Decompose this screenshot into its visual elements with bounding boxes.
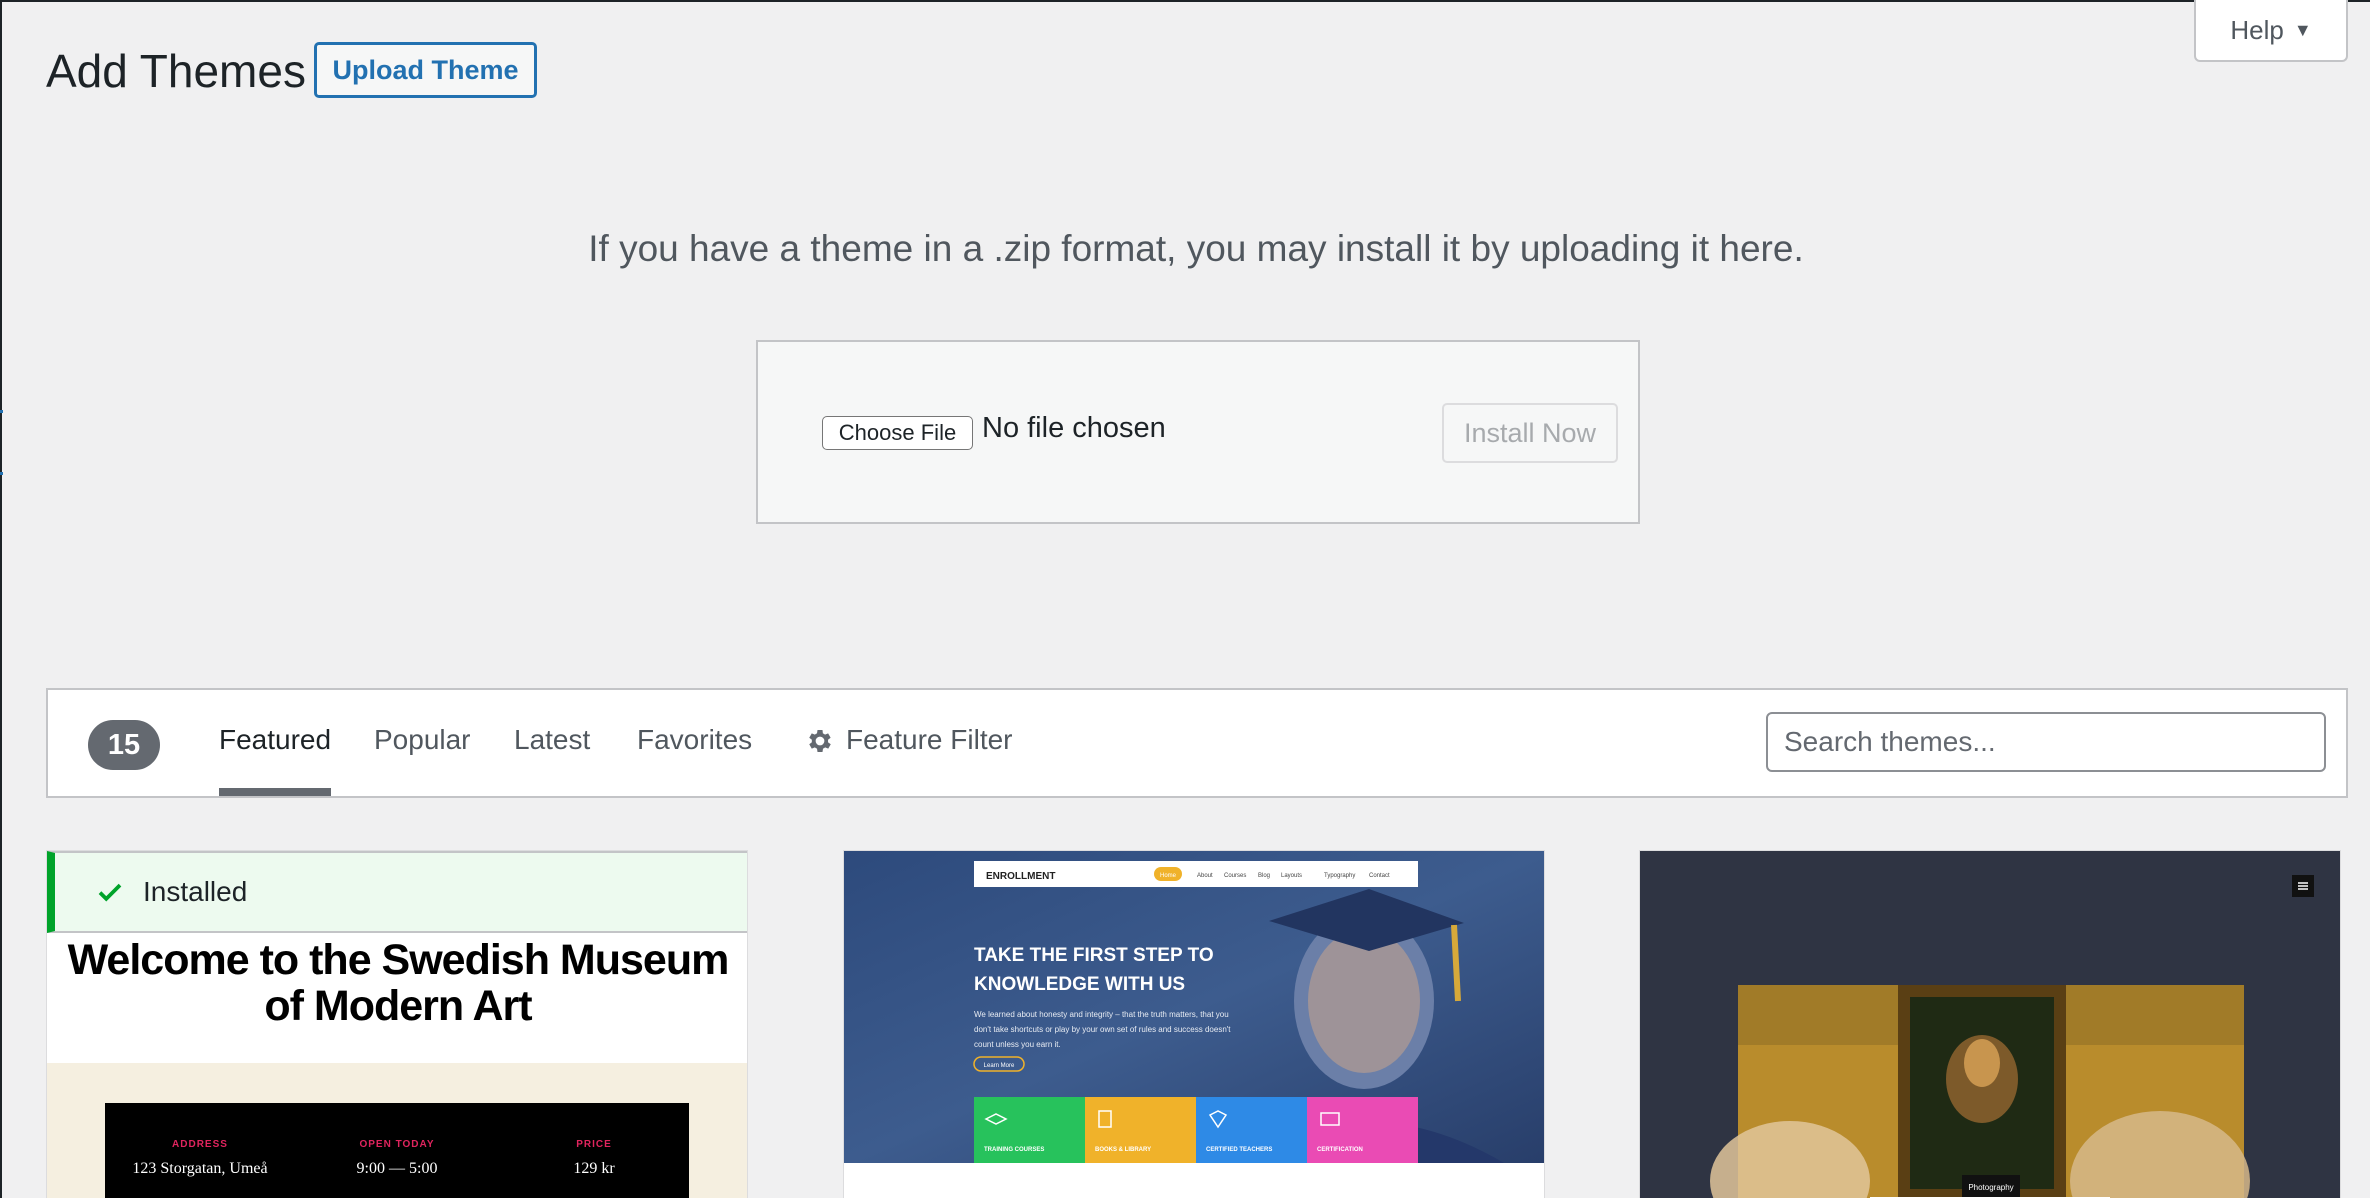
enrollment-subtext: We learned about honesty and integrity –… bbox=[974, 1010, 1231, 1049]
file-status: No file chosen bbox=[982, 412, 1166, 444]
theme-preview-band: ADDRESS 123 Storgatan, Umeå OPEN TODAY 9… bbox=[47, 1063, 747, 1198]
theme-card-twenty-twenty[interactable]: Installed Welcome to the Swedish Museum … bbox=[46, 850, 748, 1198]
nav-courses: Courses bbox=[1224, 873, 1246, 879]
search-themes-input[interactable] bbox=[1766, 712, 2326, 772]
feature-filter-button[interactable]: Feature Filter bbox=[846, 724, 1013, 796]
info-label: OPEN TODAY bbox=[359, 1139, 435, 1150]
nav-home: Home bbox=[1160, 873, 1177, 879]
enrollment-logo: ENROLLMENT bbox=[986, 871, 1055, 882]
museum-info-box: ADDRESS 123 Storgatan, Umeå OPEN TODAY 9… bbox=[105, 1103, 689, 1198]
museum-info-price: PRICE 129 kr bbox=[499, 1139, 689, 1178]
feature-training: TRAINING COURSES bbox=[984, 1147, 1044, 1153]
page-title: Add Themes bbox=[46, 45, 306, 97]
info-value: 123 Storgatan, Umeå bbox=[132, 1160, 268, 1177]
upload-help-text: If you have a theme in a .zip format, yo… bbox=[588, 228, 1804, 269]
museum-info-address: ADDRESS 123 Storgatan, Umeå bbox=[105, 1139, 295, 1178]
nav-about: About bbox=[1197, 873, 1213, 879]
triangle-down-icon: ▼ bbox=[2293, 19, 2312, 40]
tab-featured[interactable]: Featured bbox=[219, 724, 332, 796]
theme-preview-title: Welcome to the Swedish Museum of Modern … bbox=[67, 936, 730, 1030]
theme-card-photography[interactable]: Photography bbox=[1639, 850, 2341, 1198]
feature-books: BOOKS & LIBRARY bbox=[1095, 1147, 1151, 1153]
tab-favorites[interactable]: Favorites bbox=[637, 724, 752, 796]
install-now-button[interactable]: Install Now bbox=[1442, 403, 1618, 463]
tab-latest[interactable]: Latest bbox=[514, 724, 590, 796]
photo-caption: Photography bbox=[1968, 1183, 2013, 1192]
help-tab-button[interactable]: Help ▼ bbox=[2194, 0, 2348, 62]
upload-form: Choose File No file chosen Install Now bbox=[756, 340, 1640, 524]
photography-screenshot: Photography bbox=[1640, 851, 2340, 1198]
info-label: PRICE bbox=[576, 1139, 612, 1150]
info-value: 9:00 — 5:00 bbox=[356, 1160, 438, 1177]
feature-teachers: CERTIFIED TEACHERS bbox=[1206, 1147, 1272, 1153]
theme-filter-bar: 15 Featured Popular Latest Favorites Fea… bbox=[46, 688, 2348, 798]
nav-typography: Typography bbox=[1324, 873, 1355, 879]
upload-theme-button[interactable]: Upload Theme bbox=[314, 42, 537, 98]
nav-contact: Contact bbox=[1369, 873, 1390, 879]
window-top-edge bbox=[0, 0, 2370, 2]
feature-certification: CERTIFICATION bbox=[1317, 1147, 1363, 1153]
info-value: 129 kr bbox=[573, 1160, 615, 1177]
info-label: ADDRESS bbox=[172, 1139, 228, 1150]
admin-menu-highlight bbox=[0, 410, 3, 475]
theme-count-badge: 15 bbox=[88, 720, 160, 770]
enrollment-headline: TAKE THE FIRST STEP TO KNOWLEDGE WITH US bbox=[974, 945, 1214, 995]
theme-card-enrollment[interactable]: ENROLLMENT Home About Courses Blog Layou… bbox=[843, 850, 1545, 1198]
tab-popular[interactable]: Popular bbox=[374, 724, 471, 796]
help-label: Help bbox=[2230, 14, 2284, 45]
admin-menu-edge bbox=[0, 0, 2, 1198]
checkmark-icon bbox=[98, 883, 122, 902]
installed-label: Installed bbox=[143, 876, 248, 907]
nav-layouts: Layouts bbox=[1281, 873, 1302, 879]
choose-file-button[interactable]: Choose File bbox=[822, 416, 973, 450]
installed-notice: Installed bbox=[47, 851, 747, 933]
gear-icon[interactable] bbox=[805, 726, 835, 756]
museum-info-hours: OPEN TODAY 9:00 — 5:00 bbox=[302, 1139, 492, 1178]
enrollment-cta: Learn More bbox=[984, 1063, 1015, 1069]
enrollment-screenshot: ENROLLMENT Home About Courses Blog Layou… bbox=[844, 851, 1544, 1198]
nav-blog: Blog bbox=[1258, 873, 1270, 879]
